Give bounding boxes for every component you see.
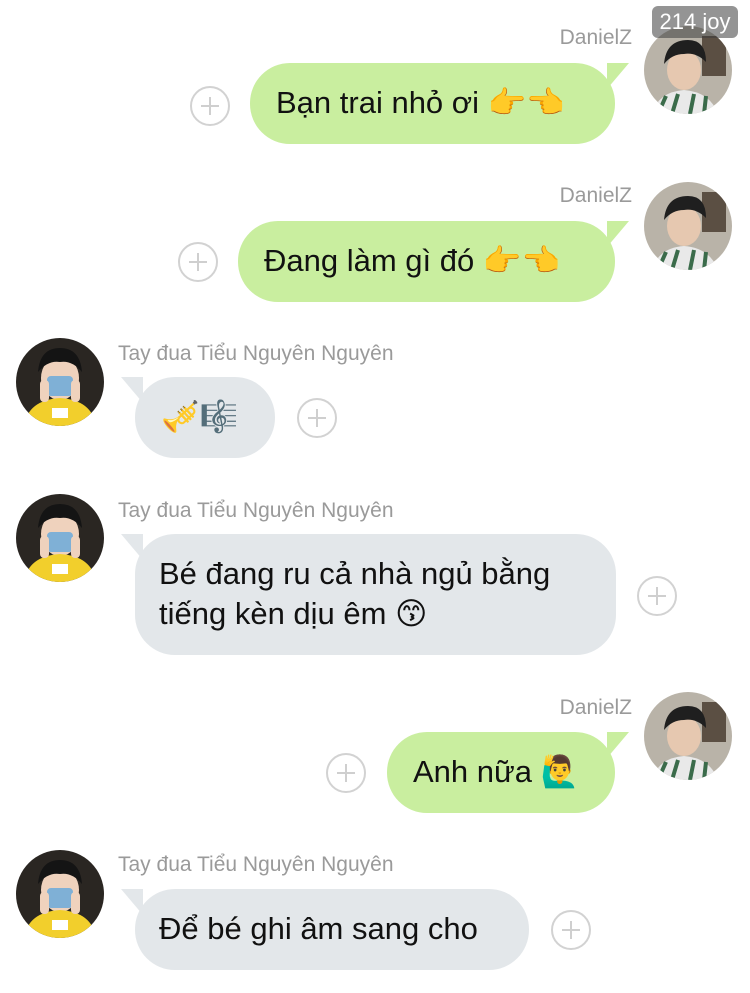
message-text: 🎺🎼 bbox=[161, 399, 239, 434]
message-bubble[interactable]: Bạn trai nhỏ ơi 👉👈 bbox=[250, 63, 629, 144]
sender-name: DanielZ bbox=[559, 26, 632, 49]
sender-name: DanielZ bbox=[559, 696, 632, 719]
sender-name: Tay đua Tiểu Nguyên Nguyên bbox=[118, 342, 394, 365]
avatar-danielz[interactable] bbox=[644, 182, 732, 270]
message-text: Bạn trai nhỏ ơi 👉👈 bbox=[276, 85, 565, 120]
avatar-danielz[interactable] bbox=[644, 26, 732, 114]
add-reaction-button[interactable] bbox=[190, 86, 230, 126]
avatar-tieu-nguyen[interactable] bbox=[16, 494, 104, 582]
sender-name: Tay đua Tiểu Nguyên Nguyên bbox=[118, 853, 394, 876]
message-text: Bé đang ru cả nhà ngủ bằng tiếng kèn dịu… bbox=[159, 556, 551, 631]
message-bubble[interactable]: Đang làm gì đó 👉👈 bbox=[238, 221, 629, 302]
add-reaction-button[interactable] bbox=[297, 398, 337, 438]
add-reaction-button[interactable] bbox=[326, 753, 366, 793]
message-text: Để bé ghi âm sang cho bbox=[159, 911, 478, 946]
sender-name: DanielZ bbox=[559, 184, 632, 207]
message-bubble[interactable]: Bé đang ru cả nhà ngủ bằng tiếng kèn dịu… bbox=[121, 534, 616, 655]
add-reaction-button[interactable] bbox=[551, 910, 591, 950]
message-text: Anh nữa 🙋‍♂️ bbox=[413, 754, 580, 789]
add-reaction-button[interactable] bbox=[178, 242, 218, 282]
avatar-tieu-nguyen[interactable] bbox=[16, 338, 104, 426]
message-bubble[interactable]: Anh nữa 🙋‍♂️ bbox=[387, 732, 629, 813]
sender-name: Tay đua Tiểu Nguyên Nguyên bbox=[118, 499, 394, 522]
add-reaction-button[interactable] bbox=[637, 576, 677, 616]
message-text: Đang làm gì đó 👉👈 bbox=[264, 243, 561, 278]
message-bubble[interactable]: Để bé ghi âm sang cho bbox=[121, 889, 529, 970]
avatar-danielz[interactable] bbox=[644, 692, 732, 780]
avatar-tieu-nguyen[interactable] bbox=[16, 850, 104, 938]
watermark: 214 joy bbox=[652, 6, 738, 38]
message-bubble[interactable]: 🎺🎼 bbox=[121, 377, 275, 458]
